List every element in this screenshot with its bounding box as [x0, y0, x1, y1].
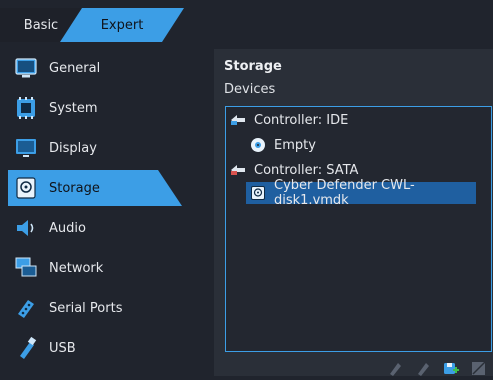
chip-icon [14, 96, 38, 120]
remove-attachment-icon[interactable] [471, 360, 487, 376]
panel-title: Storage [224, 59, 282, 74]
ide-controller-icon [230, 112, 246, 128]
sidebar-item-network[interactable]: Network [8, 250, 198, 286]
sidebar-item-serial-ports[interactable]: Serial Ports [8, 290, 198, 326]
settings-sidebar: General System Display Storage Audio Net… [0, 50, 205, 376]
sidebar-item-label: Serial Ports [49, 300, 123, 316]
tree-item-label: Controller: IDE [254, 112, 349, 128]
sidebar-item-audio[interactable]: Audio [8, 210, 198, 246]
optical-disc-icon [250, 137, 266, 153]
tab-basic-label: Basic [23, 17, 59, 33]
sidebar-item-label: Display [49, 140, 97, 156]
serial-port-icon [14, 296, 38, 320]
tree-item-disk-vmdk[interactable]: Cyber Defender CWL-disk1.vmdk [246, 178, 476, 208]
display-icon [14, 136, 38, 160]
sidebar-item-label: System [49, 100, 98, 116]
tree-item-label: Controller: SATA [254, 162, 359, 178]
disk-icon [14, 176, 38, 200]
usb-icon [14, 336, 38, 360]
add-attachment-icon[interactable] [443, 360, 459, 376]
sidebar-item-storage[interactable]: Storage [8, 170, 182, 206]
sidebar-item-label: General [49, 60, 101, 76]
hard-disk-icon [250, 185, 266, 201]
storage-panel: Storage Devices Controller: IDE Empty Co… [214, 49, 493, 376]
sidebar-item-label: Network [49, 260, 104, 276]
storage-toolbar [387, 356, 487, 376]
sata-controller-icon [230, 162, 246, 178]
sidebar-item-label: Audio [49, 220, 86, 236]
add-controller-icon[interactable] [387, 360, 403, 376]
network-icon [14, 256, 38, 280]
monitor-icon [14, 56, 38, 80]
sidebar-item-label: Storage [49, 180, 100, 196]
storage-devices-tree[interactable]: Controller: IDE Empty Controller: SATA C… [225, 106, 492, 352]
sidebar-item-system[interactable]: System [8, 90, 198, 126]
sidebar-item-label: USB [49, 340, 76, 356]
tree-item-controller-ide[interactable]: Controller: IDE [230, 109, 480, 131]
sidebar-item-display[interactable]: Display [8, 130, 198, 166]
tab-expert-label: Expert [100, 17, 144, 33]
tree-item-empty[interactable]: Empty [250, 134, 480, 156]
remove-controller-icon[interactable] [415, 360, 431, 376]
tree-item-label: Cyber Defender CWL-disk1.vmdk [274, 178, 415, 208]
tree-item-label: Empty [274, 137, 316, 153]
sidebar-item-general[interactable]: General [8, 50, 198, 86]
speaker-icon [14, 216, 38, 240]
devices-label: Devices [224, 82, 276, 97]
mode-tabbar: Basic Expert [0, 0, 493, 44]
sidebar-item-usb[interactable]: USB [8, 330, 198, 366]
